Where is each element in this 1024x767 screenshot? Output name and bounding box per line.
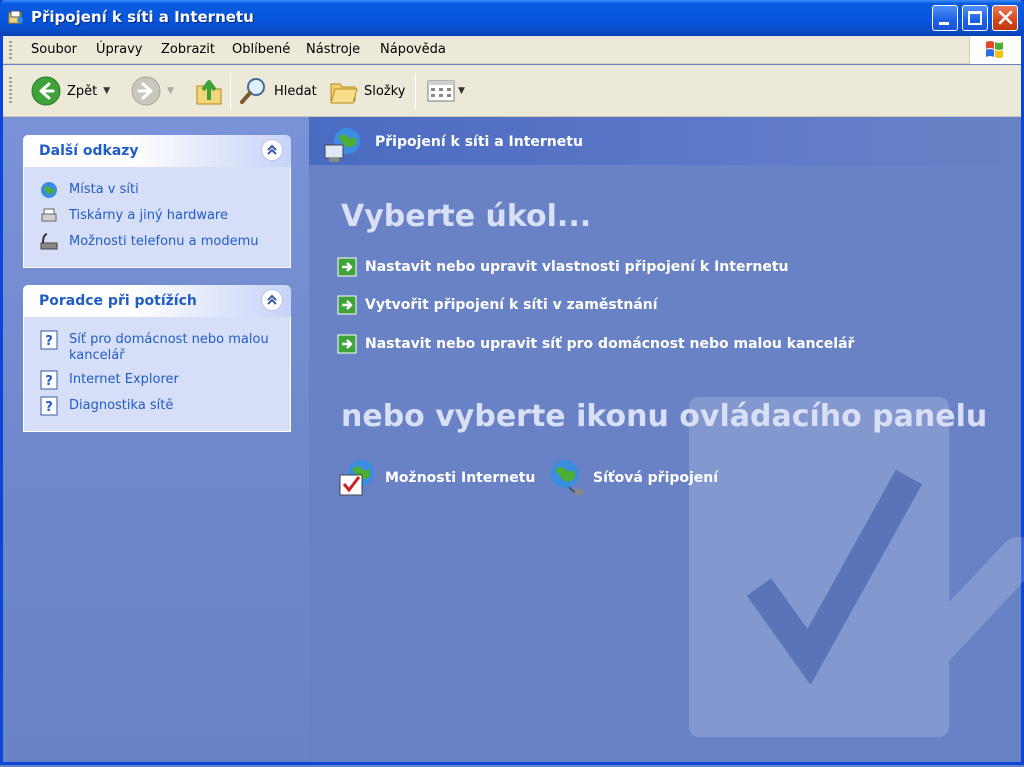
maximize-button[interactable]	[962, 5, 988, 31]
panel-title: Další odkazy	[39, 143, 139, 159]
back-arrow-icon	[31, 76, 61, 106]
forward-arrow-icon	[131, 76, 161, 106]
panel-body: Místa v síti Tiskárny a jiný hardware Mo…	[23, 167, 291, 268]
folders-button[interactable]: Složky	[329, 75, 405, 107]
panel-troubleshooters: Poradce při potížích ? Síť pro domácnost…	[23, 285, 291, 432]
task-label: Nastavit nebo upravit vlastnosti připoje…	[365, 259, 789, 275]
toolbar-grip[interactable]	[9, 77, 12, 105]
menu-bar: Soubor Úpravy Zobrazit Oblíbené Nástroje…	[3, 36, 1021, 64]
category-title: Připojení k síti a Internetu	[375, 134, 583, 150]
svg-text:?: ?	[45, 400, 53, 415]
menu-soubor[interactable]: Soubor	[31, 42, 77, 57]
minimize-icon	[939, 22, 949, 25]
menu-nastroje[interactable]: Nástroje	[306, 42, 360, 57]
internet-options-icon	[339, 460, 374, 496]
menu-zobrazit[interactable]: Zobrazit	[161, 42, 215, 57]
network-places-icon	[41, 182, 57, 198]
chevron-up-double-icon	[267, 294, 277, 305]
close-button[interactable]	[992, 5, 1018, 31]
panel-header[interactable]: Další odkazy	[23, 135, 291, 167]
folders-label: Složky	[364, 83, 406, 99]
views-grid-icon	[427, 80, 455, 102]
chevron-up-double-icon	[267, 144, 277, 155]
help-icon: ?	[40, 330, 58, 350]
link-label: Síť pro domácnost nebo malou kancelář	[69, 332, 269, 363]
menu-napoveda[interactable]: Nápověda	[380, 42, 446, 57]
task-arrow-icon	[337, 334, 357, 354]
control-panel-network-connections[interactable]: Síťová připojení	[545, 457, 718, 499]
control-panel-label: Možnosti Internetu	[385, 470, 536, 486]
task-arrow-icon	[337, 295, 357, 315]
task-pane: Další odkazy Místa v síti Tiskárny a jin…	[3, 117, 309, 762]
toolbar-separator	[415, 73, 416, 109]
search-label: Hledat	[274, 83, 317, 99]
task-label: Nastavit nebo upravit síť pro domácnost …	[365, 336, 855, 352]
task-home-network[interactable]: Nastavit nebo upravit síť pro domácnost …	[337, 334, 854, 354]
toolbar-separator	[230, 73, 231, 109]
link-label: Tiskárny a jiný hardware	[69, 208, 228, 223]
svg-text:?: ?	[45, 334, 53, 349]
minimize-button[interactable]	[932, 5, 958, 31]
panel-header[interactable]: Poradce při potížích	[23, 285, 291, 317]
folder-up-icon	[196, 80, 222, 105]
up-folder-button[interactable]	[195, 75, 223, 107]
windows-logo	[969, 36, 1021, 64]
network-connections-icon	[551, 460, 583, 495]
task-label: Vytvořit připojení k síti v zaměstnání	[365, 297, 658, 313]
folder-network-icon	[8, 10, 23, 24]
panel-body: ? Síť pro domácnost nebo malou kancelář …	[23, 317, 291, 432]
link-label: Internet Explorer	[69, 372, 179, 387]
toolbar: Zpět ▼ ▼ Hledat Složky ▼	[3, 65, 1021, 117]
help-icon: ?	[40, 396, 58, 416]
folders-icon	[330, 83, 358, 104]
forward-button[interactable]: ▼	[131, 75, 174, 107]
windows-flag-icon	[986, 41, 1003, 58]
network-internet-icon	[324, 128, 360, 162]
main-pane: Připojení k síti a Internetu Vyberte úko…	[309, 117, 1024, 762]
forward-dropdown-icon[interactable]: ▼	[167, 86, 174, 96]
control-panel-label: Síťová připojení	[593, 470, 719, 486]
maximize-icon	[968, 11, 982, 25]
link-network-places[interactable]: Místa v síti	[24, 177, 290, 203]
printers-icon	[41, 208, 57, 222]
link-phone-modem[interactable]: Možnosti telefonu a modemu	[24, 229, 290, 255]
back-label: Zpět	[67, 83, 98, 99]
menu-upravy[interactable]: Úpravy	[96, 42, 142, 57]
link-label: Možnosti telefonu a modemu	[69, 234, 259, 249]
control-panel-internet-options[interactable]: Možnosti Internetu	[337, 457, 535, 499]
phone-modem-icon	[40, 233, 58, 250]
search-icon	[240, 78, 265, 104]
pick-task-heading: Vyberte úkol...	[341, 199, 592, 234]
link-label: Diagnostika sítě	[69, 398, 174, 413]
search-button[interactable]: Hledat	[239, 75, 317, 107]
menu-oblibene[interactable]: Oblíbené	[232, 42, 290, 57]
link-label: Místa v síti	[69, 182, 139, 197]
panel-title: Poradce při potížích	[39, 293, 197, 309]
help-icon: ?	[40, 370, 58, 390]
category-header: Připojení k síti a Internetu	[309, 117, 1021, 165]
link-printers[interactable]: Tiskárny a jiný hardware	[24, 203, 290, 229]
link-home-network[interactable]: ? Síť pro domácnost nebo malou kancelář	[24, 327, 290, 367]
pick-icon-heading: nebo vyberte ikonu ovládacího panelu	[341, 399, 988, 434]
svg-text:?: ?	[45, 374, 53, 389]
window-title: Připojení k síti a Internetu	[31, 8, 254, 26]
panel-other-places: Další odkazy Místa v síti Tiskárny a jin…	[23, 135, 291, 268]
menu-grip[interactable]	[9, 41, 12, 59]
window: Připojení k síti a Internetu Soubor Úpra…	[0, 0, 1024, 765]
back-button[interactable]: Zpět ▼	[31, 75, 110, 107]
content-area: Další odkazy Místa v síti Tiskárny a jin…	[3, 117, 1024, 762]
close-icon	[998, 10, 1013, 25]
task-internet-connection[interactable]: Nastavit nebo upravit vlastnosti připoje…	[337, 257, 789, 277]
link-internet-explorer[interactable]: ? Internet Explorer	[24, 367, 290, 393]
back-dropdown-icon[interactable]: ▼	[103, 86, 110, 96]
collapse-button[interactable]	[261, 139, 283, 161]
task-arrow-icon	[337, 257, 357, 277]
link-network-diagnostics[interactable]: ? Diagnostika sítě	[24, 393, 290, 419]
views-dropdown-icon[interactable]: ▼	[458, 86, 465, 96]
collapse-button[interactable]	[261, 289, 283, 311]
title-bar[interactable]: Připojení k síti a Internetu	[0, 0, 1024, 36]
task-workplace-connection[interactable]: Vytvořit připojení k síti v zaměstnání	[337, 295, 658, 315]
views-button[interactable]: ▼	[427, 75, 465, 107]
